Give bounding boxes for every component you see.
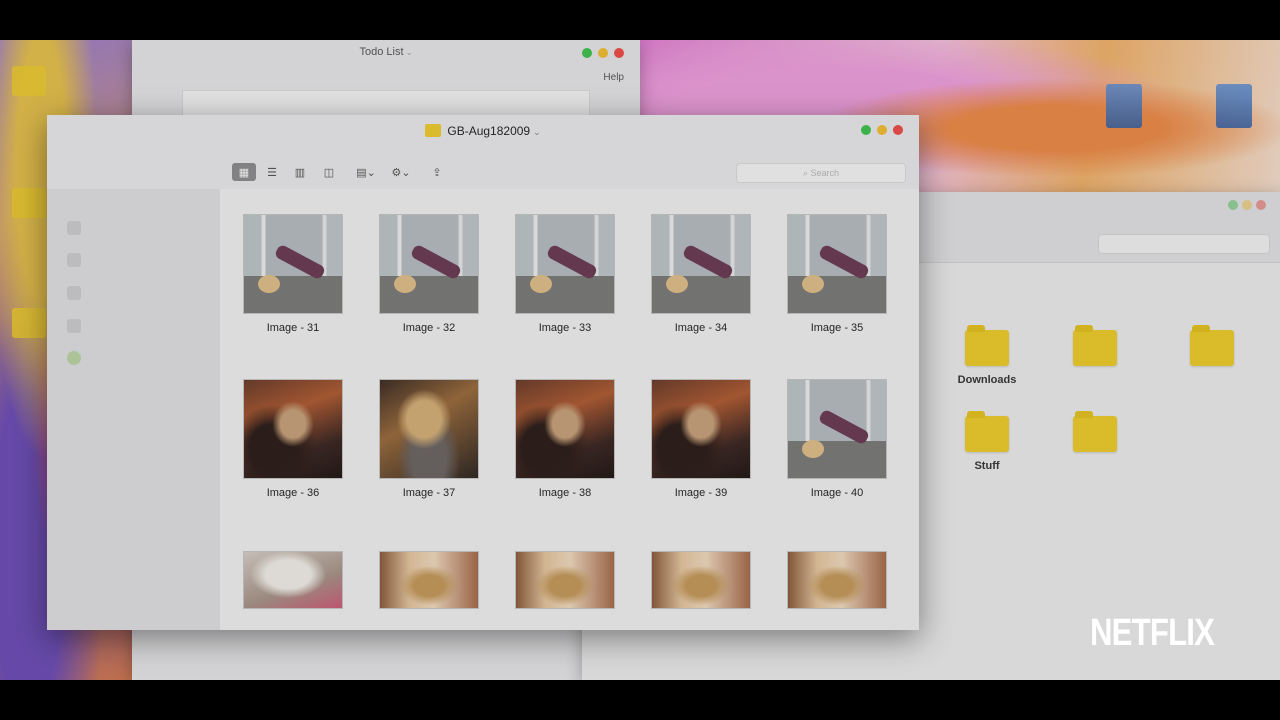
folder-icon xyxy=(965,325,1009,366)
folder-icon xyxy=(965,411,1009,452)
chevron-down-icon: ⌄ xyxy=(533,127,541,137)
desktop-folder-icon[interactable] xyxy=(12,66,46,96)
image-thumbnail xyxy=(787,551,887,609)
folder-item[interactable] xyxy=(1167,325,1257,374)
image-thumbnail xyxy=(515,551,615,609)
desktop-folder-icon[interactable] xyxy=(12,308,46,338)
close-button[interactable] xyxy=(614,48,624,58)
minimize-button[interactable] xyxy=(1242,200,1252,210)
desktop-document-icon[interactable] xyxy=(1216,84,1252,128)
cloud-icon xyxy=(67,351,81,365)
documents-icon xyxy=(67,319,81,333)
sidebar-item[interactable] xyxy=(67,349,97,367)
applications-icon xyxy=(67,286,81,300)
folder-stuff[interactable]: Stuff xyxy=(942,411,1032,472)
image-item[interactable] xyxy=(225,551,361,609)
image-thumbnail xyxy=(243,551,343,609)
image-label: Image - 31 xyxy=(266,322,320,334)
minimize-button[interactable] xyxy=(598,48,608,58)
file-grid: Image - 31 Image - 32 Image - 33 Image -… xyxy=(220,189,919,630)
netflix-watermark: NETFLIX xyxy=(1090,612,1215,654)
image-label: Image - 37 xyxy=(402,487,456,499)
minimize-button[interactable] xyxy=(877,125,887,135)
image-item[interactable]: Image - 40 xyxy=(769,379,905,499)
close-button[interactable] xyxy=(1256,200,1266,210)
image-item[interactable] xyxy=(633,551,769,609)
image-item[interactable]: Image - 39 xyxy=(633,379,769,499)
sidebar-item[interactable] xyxy=(67,251,97,269)
image-item[interactable] xyxy=(361,551,497,609)
folder-downloads[interactable]: Downloads xyxy=(942,325,1032,386)
desktop-icon xyxy=(67,221,81,235)
todo-input[interactable] xyxy=(182,90,590,116)
finder-toolbar: ▦ ☰ ▥ ◫ ▤⌄ ⚙⌄ ⇪ ⌕ Search xyxy=(47,155,919,189)
todo-window-title: Todo List ⌄ xyxy=(359,46,413,58)
image-thumbnail xyxy=(379,551,479,609)
image-thumbnail xyxy=(379,379,479,479)
image-label: Image - 34 xyxy=(674,322,728,334)
folder-icon xyxy=(1073,325,1117,366)
sidebar-item[interactable] xyxy=(67,219,97,237)
image-item[interactable]: Image - 37 xyxy=(361,379,497,499)
image-thumbnail xyxy=(651,214,751,314)
image-label: Image - 32 xyxy=(402,322,456,334)
image-item[interactable]: Image - 34 xyxy=(633,214,769,334)
image-thumbnail xyxy=(515,214,615,314)
image-thumbnail xyxy=(651,551,751,609)
desktop-folder-icon[interactable] xyxy=(12,188,46,218)
image-item[interactable] xyxy=(769,551,905,609)
share-icon[interactable]: ⇪ xyxy=(425,163,449,181)
folder-label: Stuff xyxy=(974,460,1000,472)
gallery-view-button[interactable]: ◫ xyxy=(317,163,341,181)
sidebar-item[interactable] xyxy=(67,284,97,302)
image-label: Image - 35 xyxy=(810,322,864,334)
folder-icon xyxy=(1190,325,1234,366)
image-label: Image - 38 xyxy=(538,487,592,499)
list-view-button[interactable]: ☰ xyxy=(260,163,284,181)
background-search-input[interactable] xyxy=(1098,234,1270,254)
zoom-button[interactable] xyxy=(1228,200,1238,210)
arrange-button[interactable]: ▤⌄ xyxy=(351,163,381,181)
image-thumbnail xyxy=(379,214,479,314)
zoom-button[interactable] xyxy=(861,125,871,135)
image-item[interactable] xyxy=(497,551,633,609)
image-item[interactable]: Image - 38 xyxy=(497,379,633,499)
search-icon: ⌕ xyxy=(802,167,811,178)
image-thumbnail xyxy=(515,379,615,479)
help-menu[interactable]: Help xyxy=(603,72,624,83)
image-item[interactable]: Image - 31 xyxy=(225,214,361,334)
zoom-button[interactable] xyxy=(582,48,592,58)
sidebar xyxy=(47,189,220,630)
downloads-icon xyxy=(67,253,81,267)
folder-icon xyxy=(1073,411,1117,452)
image-item[interactable]: Image - 32 xyxy=(361,214,497,334)
folder-label: Downloads xyxy=(957,374,1017,386)
desktop: Todo List ⌄ Help Downloads Stuff GB-Aug1… xyxy=(0,40,1280,680)
finder-titlebar[interactable]: GB-Aug182009 ⌄ xyxy=(47,115,919,155)
image-thumbnail xyxy=(243,379,343,479)
image-item[interactable]: Image - 36 xyxy=(225,379,361,499)
image-label: Image - 36 xyxy=(266,487,320,499)
desktop-document-icon[interactable] xyxy=(1106,84,1142,128)
gear-icon[interactable]: ⚙⌄ xyxy=(387,163,415,181)
folder-item[interactable] xyxy=(1050,325,1140,374)
folder-icon xyxy=(425,124,442,137)
folder-item[interactable] xyxy=(1050,411,1140,460)
icon-view-button[interactable]: ▦ xyxy=(232,163,256,181)
image-label: Image - 39 xyxy=(674,487,728,499)
column-view-button[interactable]: ▥ xyxy=(288,163,312,181)
sidebar-item[interactable] xyxy=(67,317,97,335)
image-item[interactable]: Image - 33 xyxy=(497,214,633,334)
finder-title: GB-Aug182009 ⌄ xyxy=(47,124,919,138)
image-thumbnail xyxy=(651,379,751,479)
close-button[interactable] xyxy=(893,125,903,135)
finder-window[interactable]: GB-Aug182009⌄ ▦ ☰ ▥ ◫ ▤⌄ ⚙⌄ ⇪ ⌕ Search xyxy=(47,115,919,630)
image-label: Image - 33 xyxy=(538,322,592,334)
image-label: Image - 40 xyxy=(810,487,864,499)
image-thumbnail xyxy=(787,214,887,314)
image-thumbnail xyxy=(243,214,343,314)
image-thumbnail xyxy=(787,379,887,479)
search-input[interactable]: ⌕ Search xyxy=(736,163,906,183)
image-item[interactable]: Image - 35 xyxy=(769,214,905,334)
